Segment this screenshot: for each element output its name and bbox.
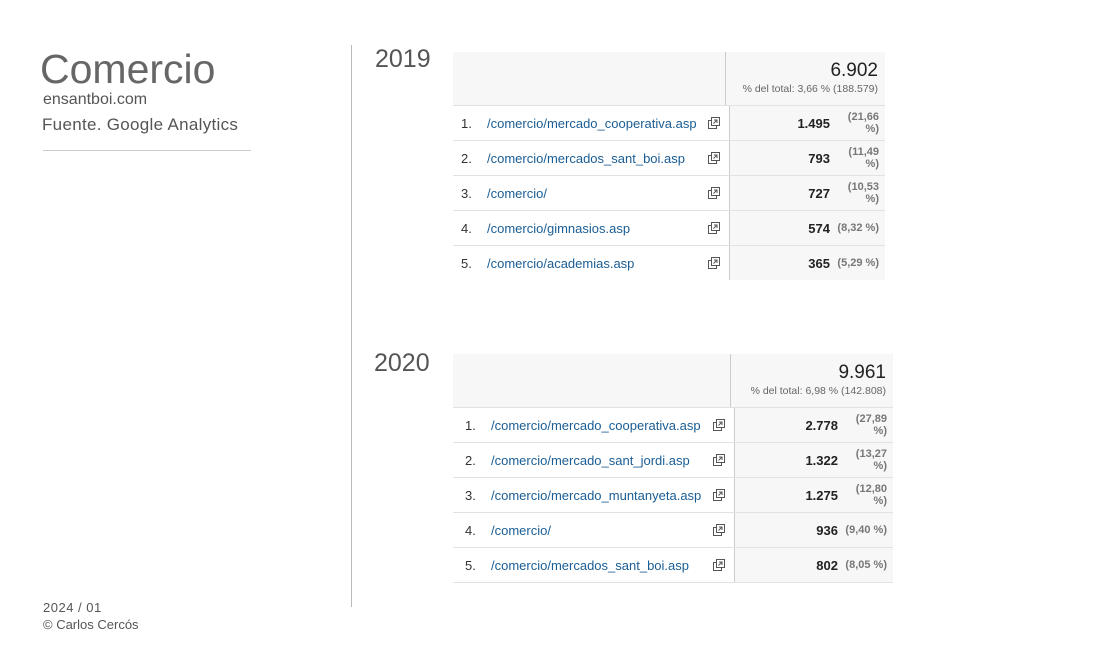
- metric-cell: 793 (11,49 %): [730, 141, 885, 175]
- page-link[interactable]: /comercio/academias.asp: [487, 256, 707, 271]
- metric-cell: 1.322 (13,27 %): [735, 443, 893, 477]
- page-link[interactable]: /comercio/mercado_sant_jordi.asp: [491, 453, 712, 468]
- table-row: 5. /comercio/mercados_sant_boi.asp 802 (…: [453, 547, 893, 583]
- table-row: 4. /comercio/gimnasios.asp 574 (8,32 %): [453, 210, 885, 245]
- metric-cell: 2.778 (27,89 %): [735, 408, 893, 442]
- metric-value: 793: [808, 150, 830, 166]
- row-index: 2.: [461, 150, 472, 166]
- total-value: 6.902: [830, 60, 878, 81]
- open-in-new-icon[interactable]: [712, 418, 726, 432]
- row-index: 5.: [461, 255, 472, 271]
- table-row: 5. /comercio/academias.asp 365 (5,29 %): [453, 245, 885, 280]
- metric-percent: (5,29 %): [837, 257, 879, 269]
- metric-cell: 1.495 (21,66 %): [730, 106, 885, 140]
- table-row: 1. /comercio/mercado_cooperativa.asp 1.4…: [453, 105, 885, 140]
- row-index: 3.: [461, 185, 472, 201]
- page-link[interactable]: /comercio/gimnasios.asp: [487, 221, 707, 236]
- row-index: 4.: [461, 220, 472, 236]
- metric-cell: 574 (8,32 %): [730, 211, 885, 245]
- metric-cell: 365 (5,29 %): [730, 246, 885, 280]
- row-index: 1.: [465, 417, 476, 433]
- page-link[interactable]: /comercio/mercado_cooperativa.asp: [491, 418, 712, 433]
- open-in-new-icon[interactable]: [707, 221, 721, 235]
- report-table-2019: 6.902 % del total: 3,66 % (188.579) 1. /…: [453, 52, 885, 280]
- metric-value: 727: [808, 185, 830, 201]
- totals-cell: 9.961 % del total: 6,98 % (142.808): [731, 354, 893, 407]
- metric-percent: (8,32 %): [837, 222, 879, 234]
- table-row: 4. /comercio/ 936 (9,40 %): [453, 512, 893, 547]
- page-link[interactable]: /comercio/: [487, 186, 707, 201]
- metric-value: 2.778: [805, 417, 838, 433]
- total-percent: % del total: 6,98 % (142.808): [750, 385, 886, 397]
- open-in-new-icon[interactable]: [712, 558, 726, 572]
- metric-value: 365: [808, 255, 830, 271]
- row-index: 2.: [465, 452, 476, 468]
- total-value: 9.961: [838, 362, 886, 383]
- metric-value: 1.275: [805, 487, 838, 503]
- metric-percent: (27,89 %): [855, 413, 887, 437]
- footer-date: 2024 / 01: [43, 600, 102, 615]
- site-name: ensantboi.com: [43, 91, 148, 108]
- metric-percent: (21,66 %): [847, 111, 879, 135]
- open-in-new-icon[interactable]: [707, 256, 721, 270]
- page-link[interactable]: /comercio/mercado_muntanyeta.asp: [491, 488, 712, 503]
- row-index: 3.: [465, 487, 476, 503]
- metric-value: 1.495: [797, 115, 830, 131]
- table-header: 6.902 % del total: 3,66 % (188.579): [453, 52, 885, 105]
- metric-percent: (10,53 %): [847, 181, 879, 205]
- vertical-divider: [351, 45, 352, 607]
- row-index: 1.: [461, 115, 472, 131]
- open-in-new-icon[interactable]: [712, 523, 726, 537]
- page-link[interactable]: /comercio/mercados_sant_boi.asp: [487, 151, 707, 166]
- header-divider: [43, 150, 251, 151]
- metric-percent: (13,27 %): [855, 448, 887, 472]
- row-index: 4.: [465, 522, 476, 538]
- metric-percent: (12,80 %): [855, 483, 887, 507]
- page-link[interactable]: /comercio/: [491, 523, 712, 538]
- year-label-2019: 2019: [375, 45, 431, 73]
- table-row: 3. /comercio/mercado_muntanyeta.asp 1.27…: [453, 477, 893, 512]
- metric-cell: 802 (8,05 %): [735, 548, 893, 582]
- table-row: 2. /comercio/mercado_sant_jordi.asp 1.32…: [453, 442, 893, 477]
- row-index: 5.: [465, 557, 476, 573]
- totals-cell: 6.902 % del total: 3,66 % (188.579): [726, 52, 885, 105]
- metric-cell: 1.275 (12,80 %): [735, 478, 893, 512]
- page-link[interactable]: /comercio/mercados_sant_boi.asp: [491, 558, 712, 573]
- open-in-new-icon[interactable]: [707, 186, 721, 200]
- metric-percent: (8,05 %): [845, 559, 887, 571]
- metric-cell: 936 (9,40 %): [735, 513, 893, 547]
- metric-value: 574: [808, 220, 830, 236]
- table-header: 9.961 % del total: 6,98 % (142.808): [453, 354, 893, 407]
- table-row: 3. /comercio/ 727 (10,53 %): [453, 175, 885, 210]
- page-link[interactable]: /comercio/mercado_cooperativa.asp: [487, 116, 707, 131]
- page-title: Comercio: [40, 46, 216, 92]
- open-in-new-icon[interactable]: [707, 151, 721, 165]
- total-percent: % del total: 3,66 % (188.579): [742, 83, 878, 95]
- table-row: 1. /comercio/mercado_cooperativa.asp 2.7…: [453, 407, 893, 442]
- metric-value: 802: [816, 557, 838, 573]
- source-label: Fuente. Google Analytics: [42, 115, 239, 134]
- metric-percent: (11,49 %): [848, 146, 879, 170]
- open-in-new-icon[interactable]: [712, 488, 726, 502]
- report-table-2020: 9.961 % del total: 6,98 % (142.808) 1. /…: [453, 354, 893, 583]
- metric-value: 1.322: [805, 452, 838, 468]
- metric-value: 936: [816, 522, 838, 538]
- metric-percent: (9,40 %): [845, 524, 887, 536]
- year-label-2020: 2020: [374, 349, 430, 377]
- footer-copyright: © Carlos Cercós: [43, 617, 139, 632]
- open-in-new-icon[interactable]: [707, 116, 721, 130]
- metric-cell: 727 (10,53 %): [730, 176, 885, 210]
- table-row: 2. /comercio/mercados_sant_boi.asp 793 (…: [453, 140, 885, 175]
- open-in-new-icon[interactable]: [712, 453, 726, 467]
